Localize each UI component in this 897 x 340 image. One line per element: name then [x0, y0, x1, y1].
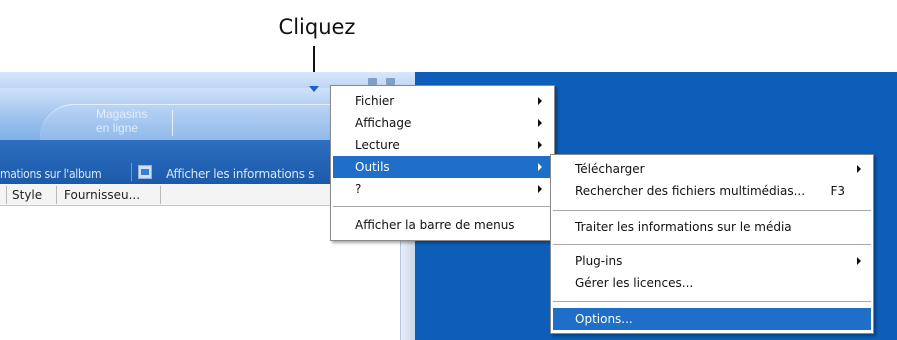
menu-shortcut: F3 — [830, 184, 845, 198]
maximize-icon[interactable] — [386, 78, 395, 85]
menu-item-search-media[interactable]: Rechercher des fichiers multimédias... F… — [553, 180, 871, 202]
menu-separator — [553, 210, 871, 211]
minimize-icon[interactable] — [368, 78, 377, 85]
column-divider[interactable] — [6, 186, 7, 204]
album-info-link[interactable]: mations sur l'album — [0, 167, 102, 181]
menu-item-show-menu-bar[interactable]: Afficher la barre de menus — [333, 214, 552, 236]
submenu-arrow-icon — [538, 119, 542, 127]
online-stores-label[interactable]: Magasins en ligne — [96, 107, 176, 135]
menu-item-manage-licenses[interactable]: Gérer les licences... — [553, 272, 871, 294]
menu-item-label: Lecture — [355, 138, 400, 152]
online-stores-line1: Magasins — [96, 107, 148, 121]
info-icon[interactable] — [138, 165, 152, 179]
menu-item-label: Traiter les informations sur le média — [575, 220, 792, 234]
column-provider[interactable]: Fournisseu... — [64, 188, 140, 202]
menu-item-label: Affichage — [355, 116, 412, 130]
menu-item-label: Afficher la barre de menus — [355, 218, 515, 232]
menu-arrow-icon[interactable] — [309, 86, 319, 92]
menu-item-playback[interactable]: Lecture — [333, 134, 552, 156]
main-menu: Fichier Affichage Lecture Outils ? Affic… — [330, 85, 555, 241]
menu-item-label: Options... — [575, 312, 633, 326]
menu-separator — [553, 244, 871, 245]
menu-item-help[interactable]: ? — [333, 178, 552, 200]
submenu-arrow-icon — [857, 165, 861, 173]
menu-item-label: Plug-ins — [575, 254, 623, 268]
show-info-link[interactable]: Afficher les informations s — [166, 167, 328, 181]
menu-separator — [553, 301, 871, 302]
tools-submenu: Télécharger Rechercher des fichiers mult… — [550, 154, 874, 334]
menu-item-tools[interactable]: Outils — [333, 156, 552, 178]
menu-item-file[interactable]: Fichier — [333, 90, 552, 112]
menu-item-label: Gérer les licences... — [575, 276, 694, 290]
menu-item-label: Outils — [355, 160, 390, 174]
tab-divider — [172, 110, 173, 136]
callout-label: Cliquez — [278, 15, 356, 39]
submenu-arrow-icon — [538, 97, 542, 105]
menu-item-label: Télécharger — [575, 162, 645, 176]
column-style[interactable]: Style — [12, 188, 42, 202]
menu-item-label: Fichier — [355, 94, 395, 108]
column-divider[interactable] — [56, 186, 57, 204]
menu-item-process-media-info[interactable]: Traiter les informations sur le média — [553, 216, 871, 238]
submenu-arrow-icon — [538, 163, 542, 171]
menu-item-options[interactable]: Options... — [553, 308, 871, 330]
toolbar-divider — [131, 163, 132, 181]
menu-item-download[interactable]: Télécharger — [553, 158, 871, 180]
menu-item-label: ? — [355, 182, 362, 196]
column-divider[interactable] — [160, 186, 161, 204]
submenu-arrow-icon — [538, 185, 542, 193]
menu-item-view[interactable]: Affichage — [333, 112, 552, 134]
submenu-arrow-icon — [538, 141, 542, 149]
menu-item-plugins[interactable]: Plug-ins — [553, 250, 871, 272]
tab-store[interactable] — [40, 104, 340, 140]
menu-item-label: Rechercher des fichiers multimédias... — [575, 184, 806, 198]
submenu-arrow-icon — [857, 257, 861, 265]
menu-separator — [333, 206, 552, 207]
online-stores-line2: en ligne — [96, 121, 139, 135]
